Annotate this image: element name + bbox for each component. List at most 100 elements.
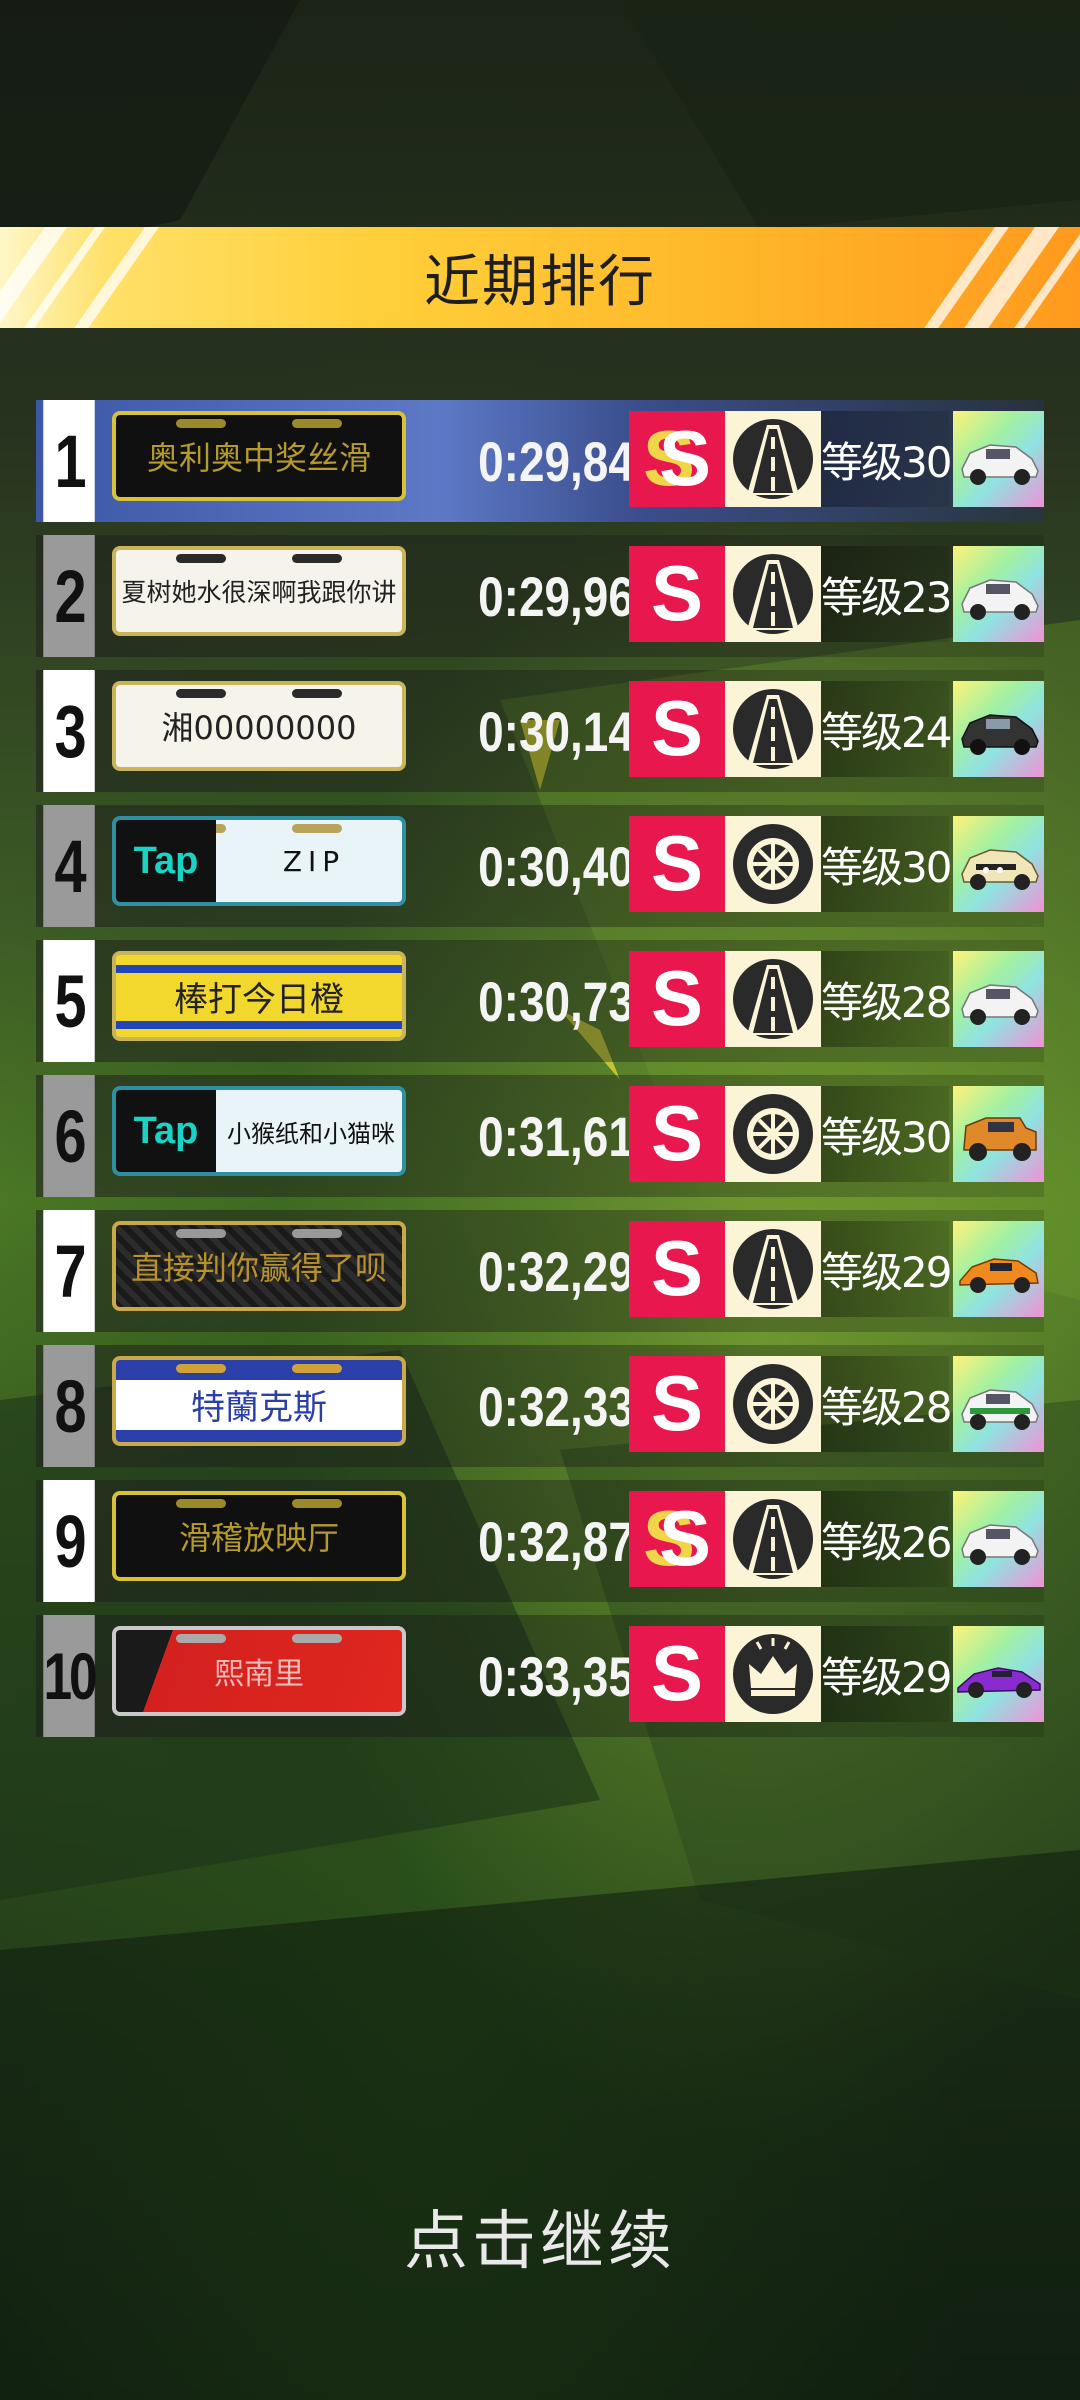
- rank-s-badge: S: [629, 546, 725, 642]
- svg-text:S: S: [651, 554, 703, 634]
- car-thumbnail: [953, 681, 1044, 777]
- s-icon: S: [651, 1634, 703, 1714]
- svg-text:S: S: [651, 1634, 703, 1714]
- lap-time: 0:29,84: [478, 429, 634, 493]
- rank-label: 2: [54, 554, 87, 638]
- rank-s-badge: SS: [629, 411, 725, 507]
- license-plate: 特蘭克斯: [112, 1356, 406, 1446]
- mode-badge: [725, 816, 821, 912]
- leaderboard-row[interactable]: 7 直接判你赢得了呗 0:32,29 S 等级29: [36, 1210, 1044, 1332]
- rank-number: 10: [43, 1615, 98, 1737]
- plate-rivet: [176, 554, 226, 563]
- rank-number: 6: [43, 1075, 95, 1197]
- player-level: 等级30: [821, 816, 952, 912]
- rank-s-badge: S: [629, 1356, 725, 1452]
- lap-time: 0:32,87: [478, 1509, 634, 1573]
- mode-badge: [725, 681, 821, 777]
- license-plate: 夏树她水很深啊我跟你讲: [112, 546, 406, 636]
- rank-number: 3: [43, 670, 95, 792]
- plate-text: 棒打今日橙: [174, 979, 344, 1020]
- license-plate: 棒打今日橙: [112, 951, 406, 1041]
- tap-logo: Tap: [116, 820, 216, 902]
- rank-number: 7: [43, 1210, 95, 1332]
- license-plate: Tap ZIP: [112, 816, 406, 906]
- s-icon: S: [651, 1364, 703, 1444]
- leaderboard-row[interactable]: 4 Tap ZIP 0:30,40 S 等级30: [36, 805, 1044, 927]
- plate-rivet: [176, 1364, 226, 1373]
- rank-number: 8: [43, 1345, 95, 1467]
- plate-stripe: [116, 1360, 402, 1380]
- plate-rivet: [292, 554, 342, 563]
- rally-car-icon: [960, 849, 1039, 890]
- crown-icon: [733, 1634, 813, 1714]
- leaderboard-row[interactable]: 1 奥利奥中奖丝滑 0:29,84 SS 等级30: [36, 400, 1044, 522]
- dark-sedan-icon: [960, 714, 1039, 755]
- player-level: 等级29: [821, 1626, 952, 1722]
- leaderboard-row[interactable]: 5 棒打今日橙 0:30,73 S 等级28: [36, 940, 1044, 1062]
- leaderboard-row[interactable]: 10 熙南里 0:33,35 S 等级29: [36, 1615, 1044, 1737]
- svg-text:S: S: [659, 1499, 711, 1579]
- car-thumbnail: [953, 546, 1044, 642]
- rank-label: 10: [43, 1639, 97, 1713]
- svg-text:S: S: [651, 1229, 703, 1309]
- rank-number: 5: [43, 940, 95, 1062]
- rank-label: 8: [54, 1364, 87, 1448]
- background-scenery: [0, 0, 1080, 2400]
- tire-icon: [733, 1094, 813, 1174]
- rank-s-badge: S: [629, 951, 725, 1047]
- rank-label: 3: [54, 689, 87, 773]
- rank-number: 2: [43, 535, 95, 657]
- plate-rivet: [292, 419, 342, 428]
- license-plate: 湘00000000: [112, 681, 406, 771]
- plate-rivet: [176, 1499, 226, 1508]
- mode-badge: [725, 546, 821, 642]
- rank-s-badge: S: [629, 681, 725, 777]
- rank-label: 5: [54, 959, 87, 1043]
- svg-text:S: S: [651, 959, 703, 1039]
- leaderboard-row[interactable]: 6 Tap 小猴纸和小猫咪 0:31,61 S 等级30: [36, 1075, 1044, 1197]
- livery-sedan-icon: [960, 1389, 1039, 1430]
- player-level: 等级26: [821, 1491, 952, 1587]
- svg-text:S: S: [651, 689, 703, 769]
- license-plate: 直接判你赢得了呗: [112, 1221, 406, 1311]
- plate-rivet: [292, 689, 342, 698]
- leaderboard-row[interactable]: 2 夏树她水很深啊我跟你讲 0:29,96 S 等级23: [36, 535, 1044, 657]
- lap-time: 0:30,73: [478, 969, 634, 1033]
- player-level: 等级28: [821, 1356, 952, 1452]
- license-plate: Tap 小猴纸和小猫咪: [112, 1086, 406, 1176]
- leaderboard-row[interactable]: 3 湘00000000 0:30,14 S 等级24: [36, 670, 1044, 792]
- s-icon: S: [651, 1094, 703, 1174]
- plate-text: 滑稽放映厅: [178, 1519, 339, 1557]
- leaderboard-row[interactable]: 8 特蘭克斯 0:32,33 S 等级28: [36, 1345, 1044, 1467]
- plate-rivet: [292, 1229, 342, 1238]
- car-thumbnail: [953, 1221, 1044, 1317]
- car-thumbnail: [953, 1356, 1044, 1452]
- rank-label: 4: [54, 824, 87, 908]
- plate-rivet: [292, 824, 342, 833]
- plate-rivet: [176, 689, 226, 698]
- car-thumbnail: [953, 951, 1044, 1047]
- car-thumbnail: [953, 1086, 1044, 1182]
- rank-label: 7: [54, 1229, 87, 1313]
- car-thumbnail: [953, 1626, 1044, 1722]
- leaderboard-row[interactable]: 9 滑稽放映厅 0:32,87 SS 等级26: [36, 1480, 1044, 1602]
- plate-rivet: [292, 1364, 342, 1373]
- plate-text: 湘00000000: [161, 709, 357, 747]
- white-sedan-icon: [960, 1524, 1039, 1565]
- plate-text: 直接判你赢得了呗: [130, 1249, 387, 1287]
- plate-text: 夏树她水很深啊我跟你讲: [121, 578, 397, 607]
- road-icon: [733, 1499, 813, 1579]
- mode-badge: [725, 951, 821, 1047]
- plate-rivet: [292, 1634, 342, 1643]
- plate-rivet: [176, 419, 226, 428]
- plate-stripe: [116, 1430, 402, 1442]
- tap-to-continue[interactable]: 点击继续: [0, 2190, 1080, 2282]
- white-sedan-icon: [960, 984, 1039, 1025]
- svg-text:S: S: [651, 1364, 703, 1444]
- gold-s-icon: SS: [643, 419, 711, 499]
- road-icon: [733, 959, 813, 1039]
- jeep-icon: [962, 1117, 1037, 1161]
- road-icon: [733, 689, 813, 769]
- rank-number: 1: [43, 400, 95, 522]
- s-icon: S: [651, 824, 703, 904]
